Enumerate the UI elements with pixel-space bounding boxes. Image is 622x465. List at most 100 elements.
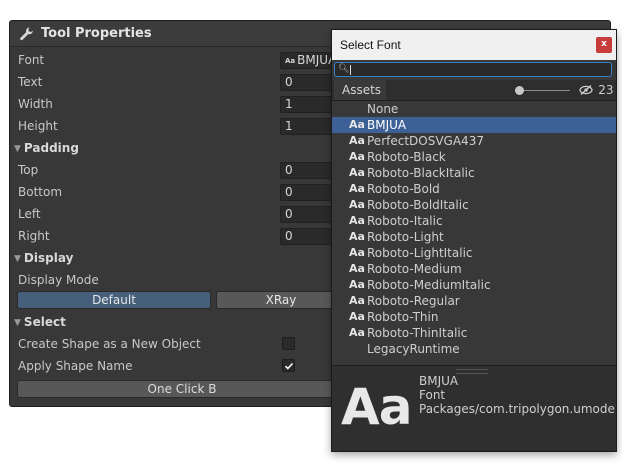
text-row: Text 0 — [18, 72, 360, 92]
create-shape-checkbox[interactable] — [282, 337, 295, 350]
font-list-item-label: LegacyRuntime — [367, 342, 460, 356]
font-asset-icon: Aa — [349, 246, 365, 259]
font-list-item[interactable]: Aa Roboto-Light — [332, 229, 616, 245]
font-asset-icon: Aa — [349, 214, 365, 227]
font-asset-icon: Aa — [349, 294, 365, 307]
font-asset-icon: Aa — [349, 198, 365, 211]
font-list-item-label: Roboto-Italic — [367, 214, 443, 228]
font-list-item-label: Roboto-MediumItalic — [367, 278, 491, 292]
display-mode-label: Display Mode — [18, 273, 99, 287]
font-list-item-label: Roboto-Bold — [367, 182, 440, 196]
select-font-window: Select Font x 🔍︎ Assets 23 None Aa BMJUA Aa… — [331, 29, 617, 452]
font-list-item-label: Roboto-Medium — [367, 262, 462, 276]
font-list-item[interactable]: Aa Roboto-Italic — [332, 213, 616, 229]
font-list-item[interactable]: Aa Roboto-ThinItalic — [332, 325, 616, 341]
close-button[interactable]: x — [596, 37, 612, 53]
font-list-item[interactable]: Aa Roboto-MediumItalic — [332, 277, 616, 293]
font-list-item-label: PerfectDOSVGA437 — [367, 134, 484, 148]
select-header: Select — [23, 315, 66, 329]
window-title: Select Font — [340, 38, 401, 52]
font-list-item[interactable]: Aa Roboto-Thin — [332, 309, 616, 325]
search-input[interactable]: 🔍︎ — [334, 62, 612, 77]
foldout-arrow-icon: ▼ — [14, 318, 21, 328]
font-list-item[interactable]: Aa PerfectDOSVGA437 — [332, 133, 616, 149]
tab-assets[interactable]: Assets — [334, 80, 386, 100]
padding-foldout[interactable]: ▼ Padding — [14, 138, 79, 158]
display-mode-row: Display Mode — [18, 270, 358, 290]
font-asset-icon: Aa — [349, 278, 365, 291]
font-asset-icon: Aa — [349, 310, 365, 323]
foldout-arrow-icon: ▼ — [14, 254, 21, 264]
font-asset-icon: Aa — [349, 166, 365, 179]
preview-info: BMJUA Font Packages/com.tripolygon.umode… — [419, 374, 617, 416]
font-list-item-label: Roboto-Light — [367, 230, 444, 244]
padding-bottom-row: Bottom 0 — [18, 182, 360, 202]
preview-path: Packages/com.tripolygon.umodele — [419, 402, 617, 416]
font-list-item[interactable]: Aa Roboto-Regular — [332, 293, 616, 309]
preview-pane: Aa BMJUA Font Packages/com.tripolygon.um… — [332, 365, 617, 451]
apply-shape-row: Apply Shape Name — [18, 356, 358, 376]
font-asset-icon: Aa — [349, 326, 365, 339]
font-list-item[interactable]: Aa Roboto-Medium — [332, 261, 616, 277]
font-asset-icon: Aa — [349, 262, 365, 275]
search-icon: 🔍︎ — [338, 64, 350, 74]
font-asset-icon: Aa — [285, 57, 296, 65]
item-size-slider[interactable] — [515, 86, 570, 95]
font-list-item-label: Roboto-Black — [367, 150, 446, 164]
display-foldout[interactable]: ▼ Display — [14, 248, 73, 268]
padding-bottom-label: Bottom — [18, 185, 63, 199]
window-titlebar[interactable]: Select Font x — [332, 30, 616, 60]
apply-shape-checkbox[interactable] — [282, 359, 295, 372]
font-list-item-label: Roboto-LightItalic — [367, 246, 473, 260]
font-asset-icon: Aa — [349, 230, 365, 243]
width-label: Width — [18, 97, 53, 111]
height-row: Height 1 — [18, 116, 360, 136]
padding-right-label: Right — [18, 229, 50, 243]
foldout-arrow-icon: ▼ — [14, 144, 21, 154]
font-list-item[interactable]: Aa Roboto-BoldItalic — [332, 197, 616, 213]
font-label: Font — [18, 53, 45, 67]
padding-top-row: Top 0 — [18, 160, 360, 180]
preview-name: BMJUA — [419, 374, 459, 388]
slider-handle[interactable] — [515, 86, 524, 95]
hidden-count: 23 — [598, 83, 614, 97]
picker-toolbar: Assets 23 — [332, 80, 616, 101]
font-list-item[interactable]: Aa BMJUA — [332, 117, 616, 133]
font-list-item-label: Roboto-BlackItalic — [367, 166, 475, 180]
font-list-item[interactable]: Aa Roboto-Black — [332, 149, 616, 165]
font-list-item[interactable]: Aa Roboto-Bold — [332, 181, 616, 197]
font-list-item-label: BMJUA — [367, 118, 407, 132]
display-default-button[interactable]: Default — [17, 291, 211, 309]
font-row: Font Aa BMJUA — [18, 50, 360, 70]
panel-title: Tool Properties — [41, 26, 152, 41]
select-foldout[interactable]: ▼ Select — [14, 312, 66, 332]
create-shape-label: Create Shape as a New Object — [18, 337, 201, 351]
one-click-button[interactable]: One Click B — [17, 380, 347, 398]
apply-shape-label: Apply Shape Name — [18, 359, 133, 373]
font-list-item[interactable]: None — [332, 101, 616, 117]
font-preview-glyph: Aa — [341, 378, 412, 436]
create-shape-row: Create Shape as a New Object — [18, 334, 358, 354]
hidden-packages-toggle[interactable]: 23 — [579, 82, 613, 100]
font-asset-icon: Aa — [349, 134, 365, 147]
font-list-item-label: Roboto-BoldItalic — [367, 198, 469, 212]
font-asset-icon: Aa — [349, 182, 365, 195]
padding-top-label: Top — [18, 163, 39, 177]
font-list-item[interactable]: LegacyRuntime — [332, 341, 616, 357]
font-list-item-label: Roboto-Thin — [367, 310, 439, 324]
checkmark-icon — [284, 362, 294, 370]
padding-header: Padding — [23, 141, 79, 155]
wrench-icon — [19, 26, 35, 42]
text-label: Text — [18, 75, 43, 89]
font-list-item-label: Roboto-ThinItalic — [367, 326, 468, 340]
display-xray-button[interactable]: XRay — [216, 291, 346, 309]
font-list-item-label: None — [367, 102, 399, 116]
eye-slash-icon — [579, 85, 596, 97]
font-asset-icon: Aa — [349, 150, 365, 163]
width-row: Width 1 — [18, 94, 360, 114]
font-list-item[interactable]: Aa Roboto-BlackItalic — [332, 165, 616, 181]
font-list: None Aa BMJUA Aa PerfectDOSVGA437 Aa Roboto-Bl… — [332, 101, 616, 357]
text-caret — [350, 65, 351, 75]
padding-left-label: Left — [18, 207, 41, 221]
font-list-item[interactable]: Aa Roboto-LightItalic — [332, 245, 616, 261]
